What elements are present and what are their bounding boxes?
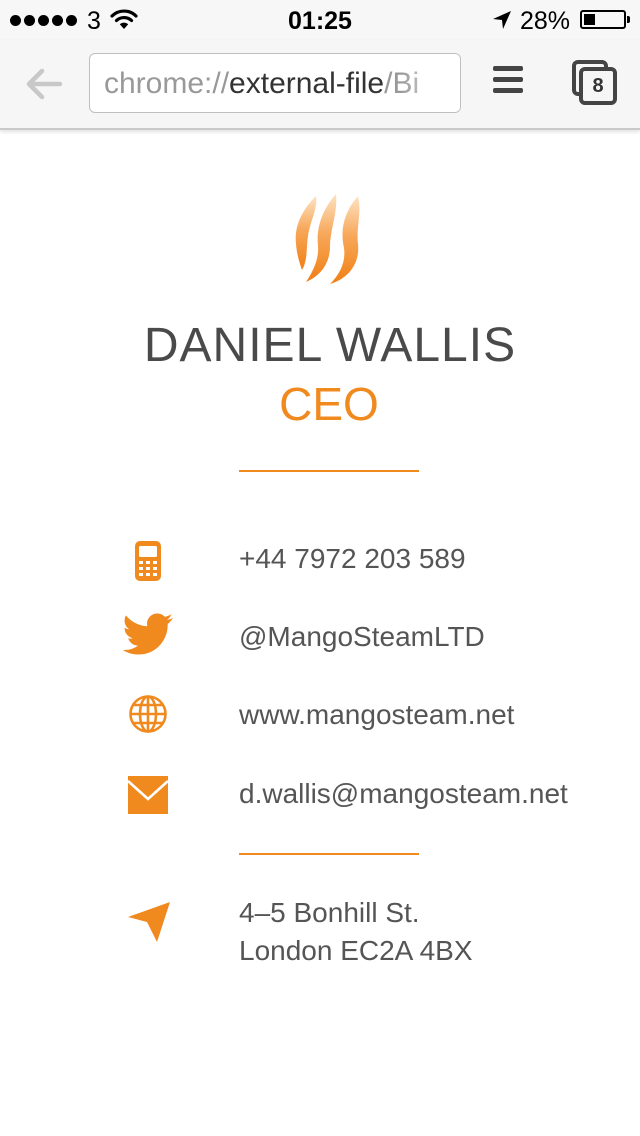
phone-icon [135, 541, 161, 581]
divider [239, 853, 419, 855]
status-bar: 3 01:25 28% [0, 0, 640, 40]
battery-icon [580, 10, 630, 29]
flame-logo-icon [295, 194, 360, 284]
url-field[interactable]: chrome://external-file/Bi [89, 53, 461, 113]
divider [239, 470, 419, 472]
person-name: DANIEL WALLIS [143, 319, 517, 372]
browser-toolbar: chrome://external-file/Bi 8 [0, 40, 640, 130]
address-line-2: London EC2A 4BX [239, 935, 473, 966]
twitter-handle[interactable]: @MangoSteamLTD [239, 620, 485, 654]
globe-icon [129, 695, 167, 733]
website-link[interactable]: www.mangosteam.net [239, 698, 514, 732]
twitter-icon [122, 613, 173, 655]
mail-icon [127, 776, 169, 814]
url-host: external-file [229, 67, 385, 100]
url-text: chrome://external-file/Bi [104, 66, 419, 102]
person-title: CEO [279, 378, 379, 430]
back-arrow-icon[interactable] [22, 62, 66, 106]
phone-number[interactable]: +44 7972 203 589 [239, 542, 466, 576]
location-arrow-icon [493, 11, 511, 29]
email-link[interactable]: d.wallis@mangosteam.net [239, 777, 568, 811]
tabs-icon[interactable]: 8 [570, 58, 620, 108]
page: 3 01:25 28% chrome://external-file/Bi [0, 0, 640, 1136]
menu-icon[interactable] [488, 66, 528, 102]
battery-percent: 28% [520, 7, 571, 35]
url-scheme: chrome:// [104, 67, 230, 100]
location-arrow-icon [128, 902, 170, 942]
tab-count: 8 [579, 67, 617, 105]
url-fade [400, 54, 460, 112]
address-line-1: 4–5 Bonhill St. [239, 897, 420, 928]
